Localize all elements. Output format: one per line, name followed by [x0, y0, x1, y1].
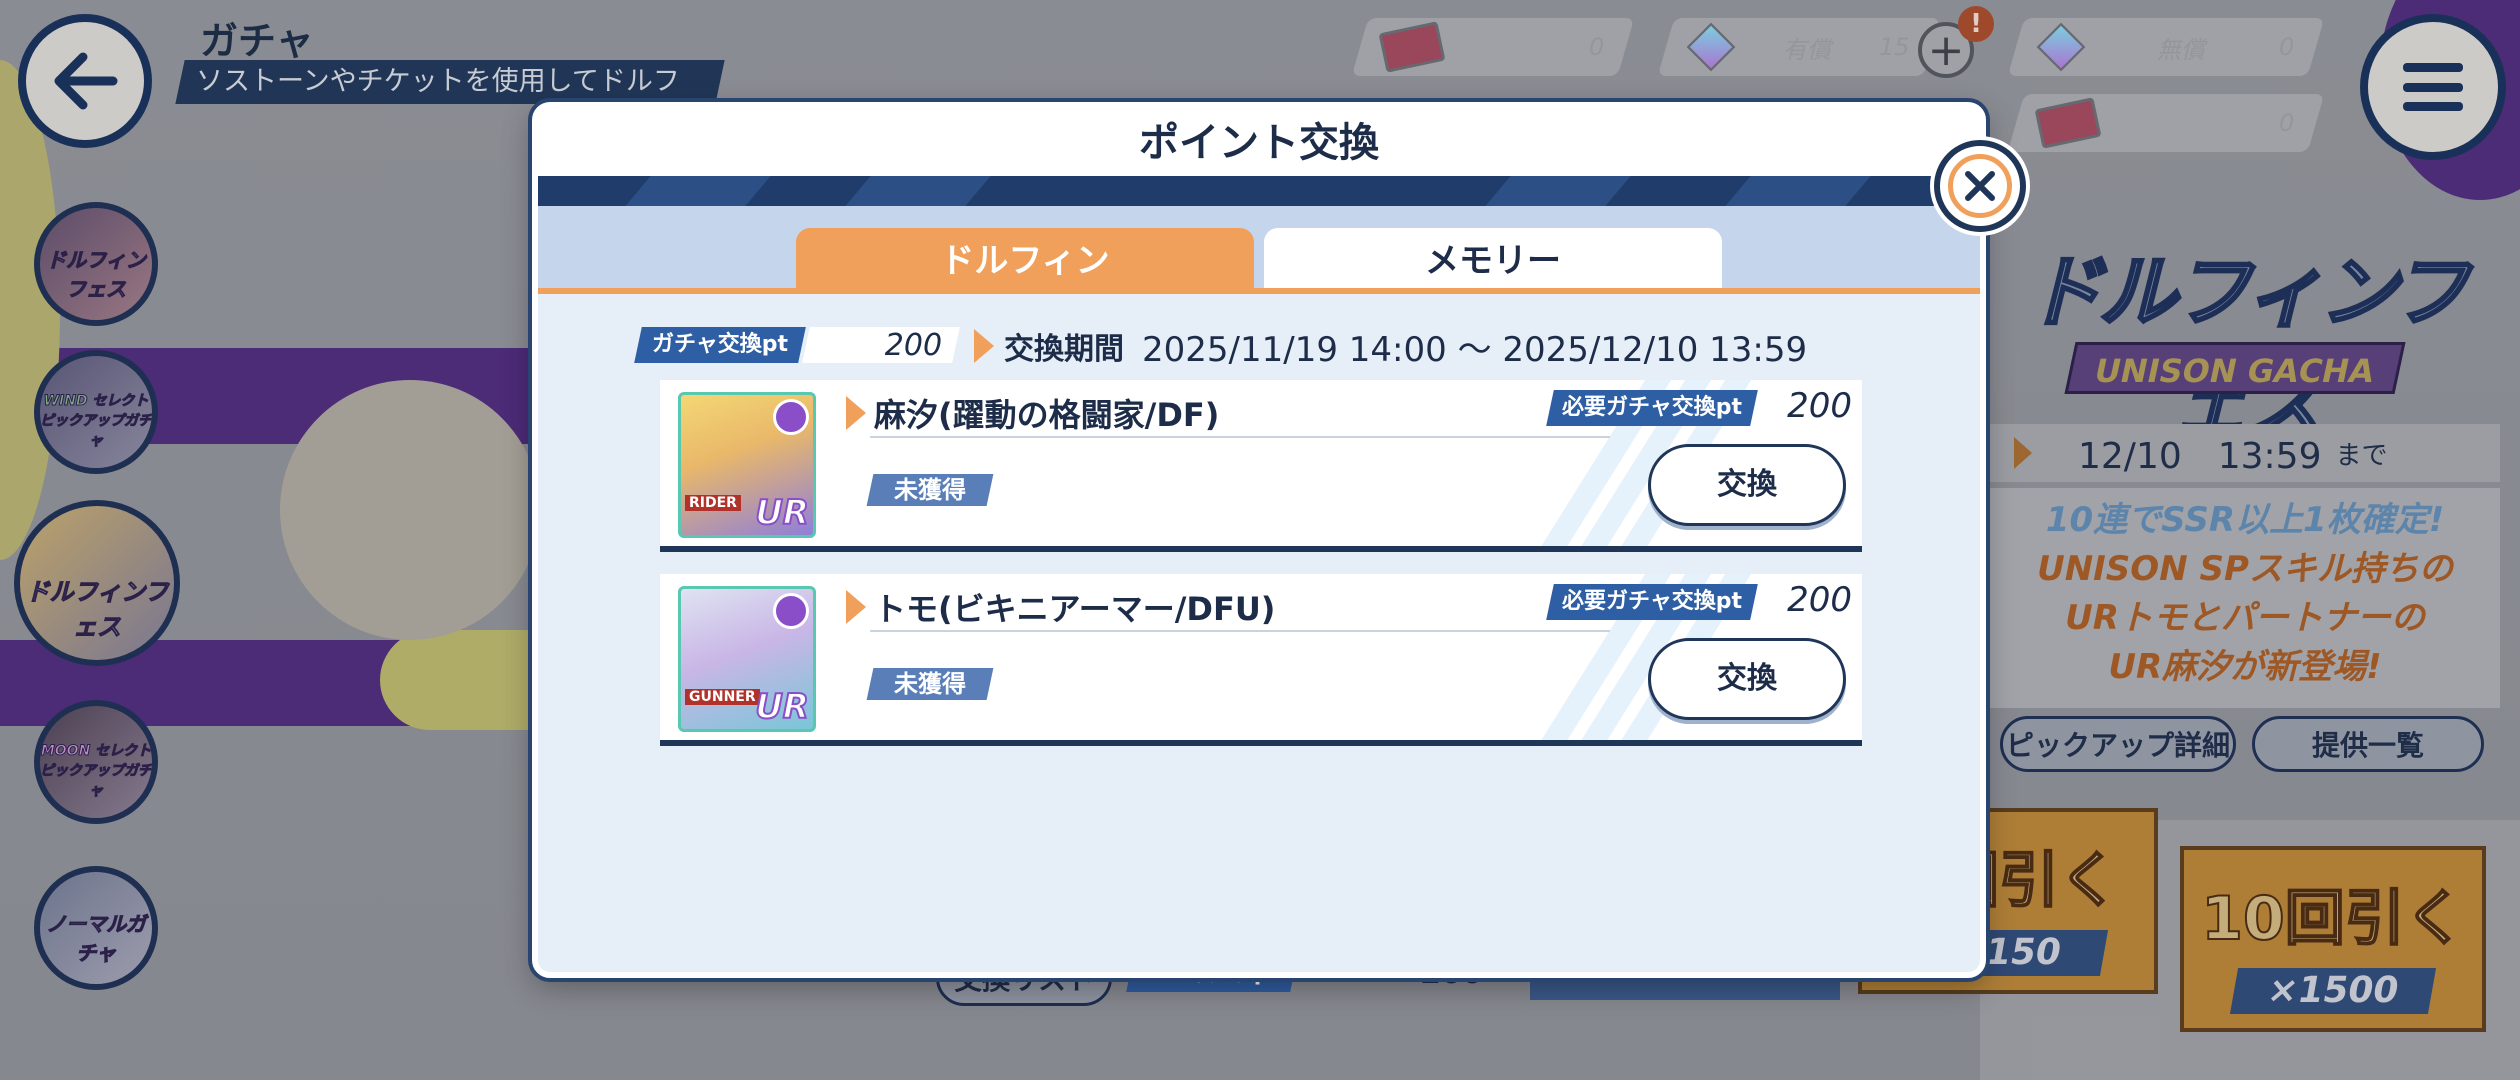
required-points-value: 200: [1787, 580, 1852, 620]
triangle-marker-icon: [846, 590, 866, 624]
status-badge: 未獲得: [866, 668, 994, 700]
dialog-title-band: [538, 176, 1980, 206]
moon-attribute-icon: [773, 399, 809, 435]
points-label: ガチャ交換pt: [634, 327, 806, 363]
tab-bar: [538, 206, 1980, 288]
exchange-period-label: 交換期間: [974, 324, 1124, 368]
item-name-row: トモ(ビキニアーマー/DFU): [846, 584, 1275, 630]
divider: [870, 436, 1610, 438]
exchange-item: RIDER UR 麻汐(躍動の格闘家/DF) 必要ガチャ交換pt 200 未獲得…: [660, 380, 1862, 552]
required-points-value: 200: [1787, 386, 1852, 426]
rarity-label: UR: [754, 686, 810, 728]
exchange-item: GUNNER UR トモ(ビキニアーマー/DFU) 必要ガチャ交換pt 200 …: [660, 574, 1862, 746]
item-name: トモ(ビキニアーマー/DFU): [874, 590, 1276, 628]
status-badge: 未獲得: [866, 474, 994, 506]
character-card: GUNNER UR: [678, 586, 816, 732]
point-exchange-dialog: ポイント交換 ドルフィン メモリー ガチャ交換pt 200 交換期間 2025/…: [532, 102, 1986, 978]
moon-attribute-icon: [773, 593, 809, 629]
required-points-label: 必要ガチャ交換pt: [1546, 390, 1758, 426]
exchange-period-value: 2025/11/19 14:00 ～ 2025/12/10 13:59: [1142, 330, 1808, 370]
tab-memory[interactable]: メモリー: [1264, 228, 1722, 292]
triangle-marker-icon: [846, 396, 866, 430]
tab-dolphin[interactable]: ドルフィン: [796, 228, 1254, 292]
close-button[interactable]: [1934, 140, 2026, 232]
points-value: 200: [802, 327, 960, 363]
tab-underline: [538, 288, 1980, 294]
class-label: RIDER: [685, 495, 741, 511]
required-points-label: 必要ガチャ交換pt: [1546, 584, 1758, 620]
class-label: GUNNER: [685, 689, 760, 705]
triangle-marker-icon: [974, 329, 994, 363]
owned-points: ガチャ交換pt 200: [634, 326, 960, 364]
exchange-button[interactable]: 交換: [1648, 444, 1846, 526]
item-name-row: 麻汐(躍動の格闘家/DF): [846, 390, 1219, 436]
exchange-button[interactable]: 交換: [1648, 638, 1846, 720]
item-name: 麻汐(躍動の格闘家/DF): [874, 396, 1220, 434]
dialog-title: ポイント交換: [538, 108, 1980, 176]
close-icon: [1948, 154, 2012, 218]
divider: [870, 630, 1610, 632]
rarity-label: UR: [754, 492, 810, 534]
character-card: RIDER UR: [678, 392, 816, 538]
